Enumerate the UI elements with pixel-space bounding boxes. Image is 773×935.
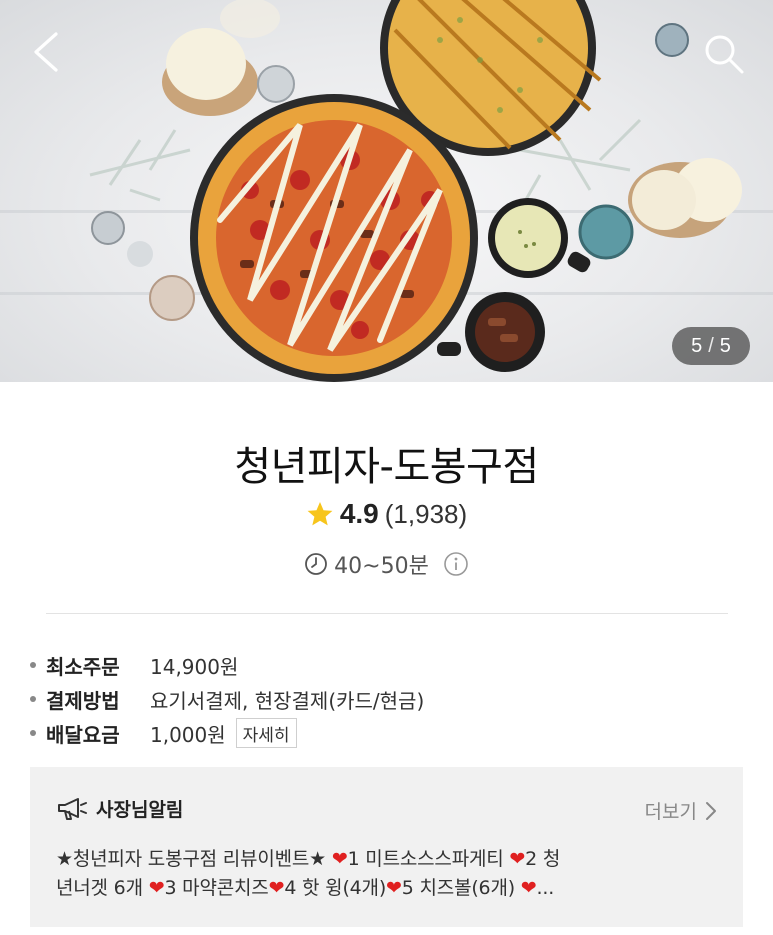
bullet <box>30 696 36 702</box>
heart-icon: ❤ <box>509 848 526 870</box>
search-icon <box>705 35 744 74</box>
megaphone-icon <box>58 797 87 820</box>
rating-row[interactable]: 4.9 (1,938) <box>0 496 773 532</box>
notice-item-3: 3 마약콘치즈 <box>164 877 269 899</box>
more-label: 더보기 <box>644 801 697 823</box>
notice-line1-prefix: ★청년피자 도봉구점 리뷰이벤트★ <box>56 848 332 870</box>
notice-item-2: 2 청 <box>525 848 561 870</box>
delivery-time-row: 40~50분 <box>0 548 773 580</box>
owner-notice-box[interactable]: 사장님알림 더보기 ★청년피자 도봉구점 리뷰이벤트★ ❤1 미트소스스파게티 … <box>30 767 743 927</box>
page-total: 5 <box>719 334 731 357</box>
heart-icon: ❤ <box>148 877 165 899</box>
delivery-time: 40~50분 <box>334 554 429 579</box>
notice-title: 사장님알림 <box>96 799 184 821</box>
payment-row: 결제방법 요기서결제, 현장결제(카드/현금) <box>30 682 730 716</box>
heart-icon: ❤ <box>520 877 537 899</box>
payment-label: 결제방법 <box>46 688 120 713</box>
page-separator: / <box>708 334 714 357</box>
store-info-list: 최소주문 14,900원 결제방법 요기서결제, 현장결제(카드/현금) 배달요… <box>30 648 730 750</box>
heart-icon: ❤ <box>386 877 402 899</box>
min-order-row: 최소주문 14,900원 <box>30 648 730 682</box>
notice-text: ★청년피자 도봉구점 리뷰이벤트★ ❤1 미트소스스파게티 ❤2 청 년너겟 6… <box>56 845 726 903</box>
notice-item-1: 1 미트소스스파게티 <box>347 848 510 870</box>
delivery-fee-value: 1,000원 <box>150 722 226 747</box>
payment-value: 요기서결제, 현장결제(카드/현금) <box>150 688 425 713</box>
min-order-label: 최소주문 <box>46 654 120 679</box>
page-current: 5 <box>691 334 703 357</box>
notice-line2-text: 년너겟 6개 <box>56 877 149 899</box>
back-button[interactable] <box>26 30 70 74</box>
info-icon[interactable] <box>443 551 469 577</box>
bullet <box>30 662 36 668</box>
chevron-left-icon <box>34 32 58 72</box>
heart-icon: ❤ <box>331 848 348 870</box>
rating-value: 4.9 <box>339 498 379 529</box>
delivery-fee-row: 배달요금 1,000원 자세히 <box>30 716 730 750</box>
notice-item-4: 4 핫 윙(4개) <box>284 877 387 899</box>
store-name: 청년피자-도봉구점 <box>234 444 539 490</box>
heart-icon: ❤ <box>268 877 285 899</box>
chevron-right-icon <box>706 801 716 820</box>
search-button[interactable] <box>700 30 748 78</box>
bullet <box>30 730 36 736</box>
clock-icon <box>305 553 328 575</box>
notice-header: 사장님알림 <box>56 795 183 822</box>
pizza-photo <box>89 0 742 382</box>
hero-image[interactable]: 5 / 5 <box>0 0 773 382</box>
notice-item-5: 5 치즈볼(6개) <box>401 877 515 899</box>
min-order-value: 14,900원 <box>150 654 239 679</box>
delivery-fee-label: 배달요금 <box>46 722 120 747</box>
notice-more-link[interactable]: 더보기 <box>645 797 717 824</box>
delivery-fee-detail-button[interactable]: 자세히 <box>235 718 297 748</box>
notice-ellipsis: ... <box>536 877 555 899</box>
star-icon <box>307 502 333 526</box>
image-page-indicator: 5 / 5 <box>672 327 750 365</box>
divider <box>46 613 728 614</box>
review-count: (1,938) <box>384 498 468 529</box>
